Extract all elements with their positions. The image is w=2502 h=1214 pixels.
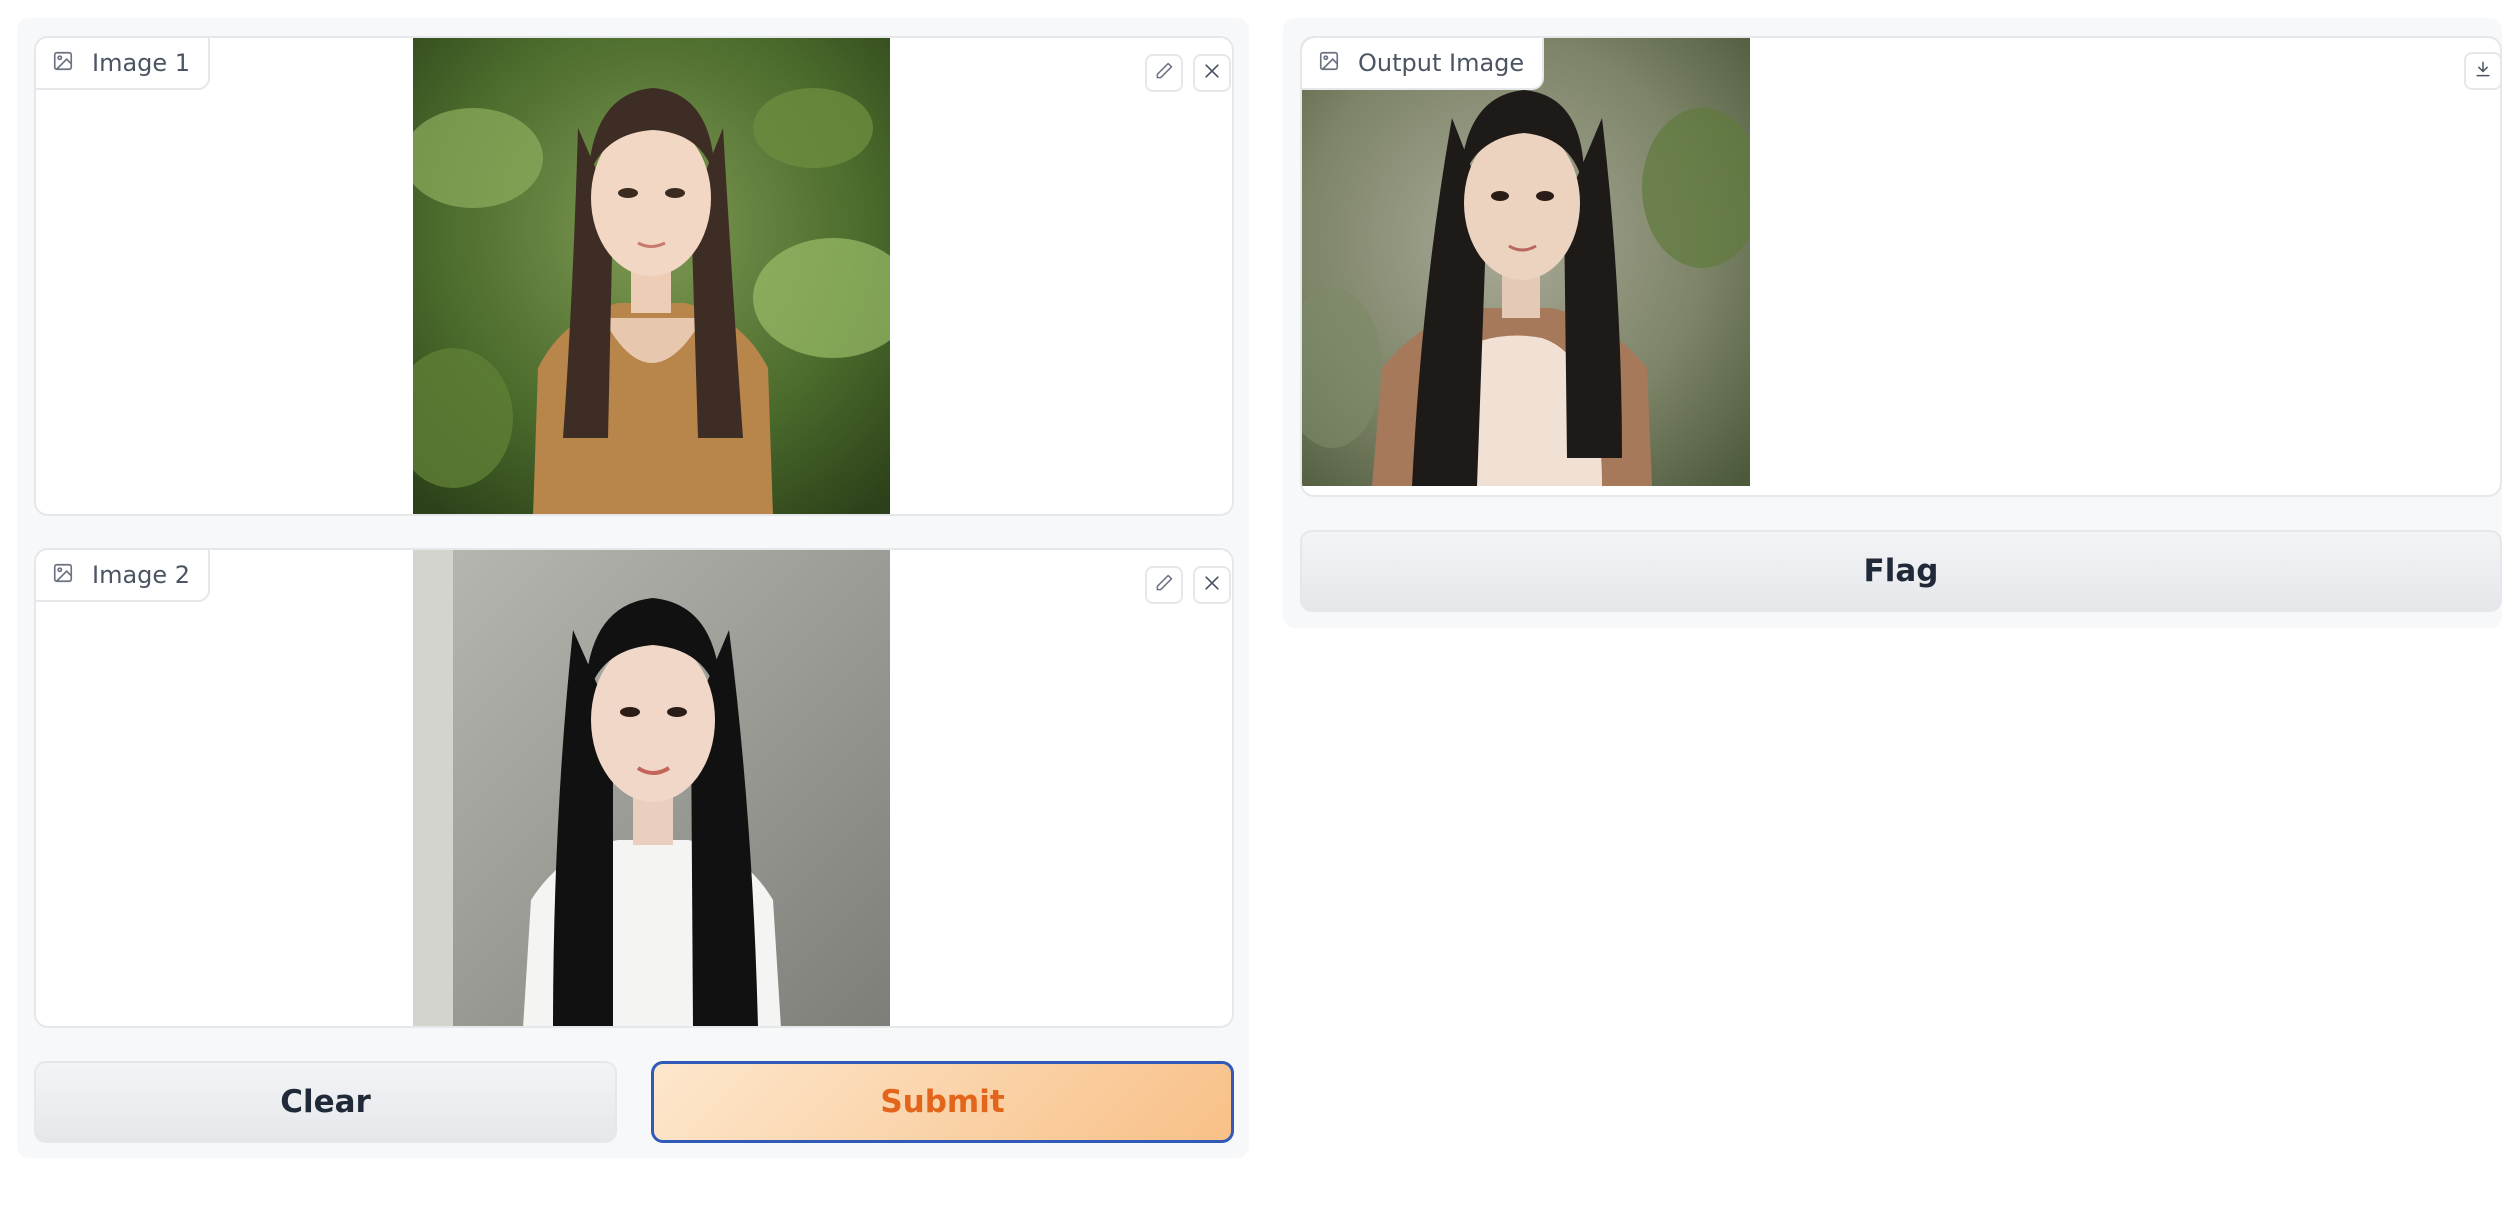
- remove-image-1-button[interactable]: [1193, 54, 1231, 92]
- portrait-photo-1: [413, 38, 890, 514]
- image-1-label: Image 1: [92, 49, 191, 77]
- image-2-label-tab: Image 2: [36, 550, 211, 602]
- generated-portrait: [1302, 38, 1750, 486]
- image-2-label: Image 2: [92, 561, 191, 589]
- image-icon: [52, 562, 74, 588]
- clear-button[interactable]: Clear: [34, 1061, 617, 1143]
- input-panel: Image 1 Image 2 Clear Submit: [17, 18, 1249, 1158]
- output-panel: Output Image Flag: [1283, 18, 2502, 628]
- pencil-icon: [1154, 573, 1174, 597]
- download-output-button[interactable]: [2464, 52, 2500, 90]
- output-image-preview: [1302, 38, 1750, 486]
- output-image-block: Output Image: [1300, 36, 2502, 497]
- image-2-upload[interactable]: Image 2: [34, 548, 1234, 1028]
- edit-image-1-button[interactable]: [1145, 54, 1183, 92]
- submit-button[interactable]: Submit: [651, 1061, 1234, 1143]
- image-1-upload[interactable]: Image 1: [34, 36, 1234, 516]
- download-icon: [2473, 59, 2493, 83]
- pencil-icon: [1154, 61, 1174, 85]
- image-icon: [1318, 50, 1340, 76]
- image-icon: [52, 50, 74, 76]
- edit-image-2-button[interactable]: [1145, 566, 1183, 604]
- close-icon: [1202, 573, 1222, 597]
- close-icon: [1202, 61, 1222, 85]
- remove-image-2-button[interactable]: [1193, 566, 1231, 604]
- image-1-preview: [413, 38, 890, 514]
- output-image-label: Output Image: [1358, 49, 1525, 77]
- image-1-label-tab: Image 1: [36, 38, 211, 90]
- image-2-preview: [413, 550, 890, 1026]
- output-label-tab: Output Image: [1302, 38, 1545, 90]
- portrait-photo-2: [413, 550, 890, 1026]
- flag-button[interactable]: Flag: [1300, 530, 2502, 612]
